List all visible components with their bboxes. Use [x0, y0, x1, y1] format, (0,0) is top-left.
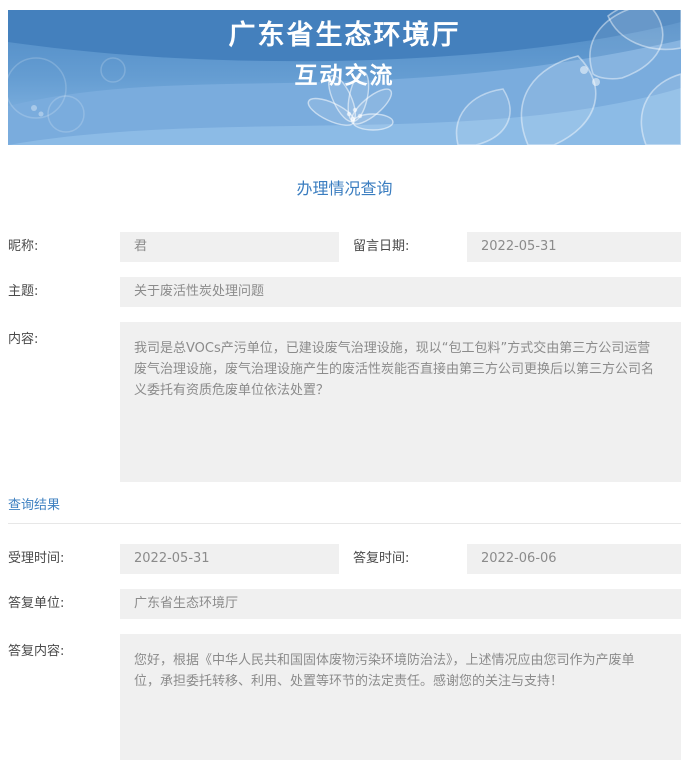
reply-content-row: 答复内容: 您好，根据《中华人民共和国固体废物污染环境防治法》，上述情况应由您司… [8, 634, 681, 760]
message-date-label: 留言日期: [339, 232, 467, 262]
content-field[interactable]: 我司是总VOCs产污单位，已建设废气治理设施，现以“包工包料”方式交由第三方公司… [120, 322, 681, 482]
page-title: 办理情况查询 [8, 178, 681, 199]
accept-time-field[interactable]: 2022-05-31 [120, 544, 339, 574]
query-form: 昵称: 君 留言日期: 2022-05-31 主题: 关于废活性炭处理问题 内容… [8, 232, 681, 482]
section-divider [8, 523, 681, 524]
banner-text: 广东省生态环境厅 互动交流 [8, 19, 681, 91]
reply-unit-row: 答复单位: 广东省生态环境厅 [8, 589, 681, 619]
reply-content-label: 答复内容: [8, 634, 120, 760]
query-result-heading: 查询结果 [8, 497, 681, 515]
page: 广东省生态环境厅 互动交流 办理情况查询 昵称: 君 留言日期: 2022-05… [0, 0, 689, 760]
main-content: 办理情况查询 昵称: 君 留言日期: 2022-05-31 主题: 关于废活性炭… [0, 178, 689, 760]
subject-row: 主题: 关于废活性炭处理问题 [8, 277, 681, 307]
site-title: 广东省生态环境厅 [8, 19, 681, 53]
subject-label: 主题: [8, 277, 120, 307]
content-label: 内容: [8, 322, 120, 482]
nickname-row: 昵称: 君 留言日期: 2022-05-31 [8, 232, 681, 262]
nickname-label: 昵称: [8, 232, 120, 262]
times-row: 受理时间: 2022-05-31 答复时间: 2022-06-06 [8, 544, 681, 574]
reply-time-label: 答复时间: [339, 544, 467, 574]
query-result-section: 受理时间: 2022-05-31 答复时间: 2022-06-06 答复单位: … [8, 544, 681, 760]
nickname-field[interactable]: 君 [120, 232, 339, 262]
reply-unit-label: 答复单位: [8, 589, 120, 619]
banner-subtitle: 互动交流 [8, 61, 681, 91]
message-date-field[interactable]: 2022-05-31 [467, 232, 681, 262]
reply-unit-field[interactable]: 广东省生态环境厅 [120, 589, 681, 619]
header-banner: 广东省生态环境厅 互动交流 [8, 10, 681, 145]
accept-time-label: 受理时间: [8, 544, 120, 574]
reply-content-field[interactable]: 您好，根据《中华人民共和国固体废物污染环境防治法》，上述情况应由您司作为产废单位… [120, 634, 681, 760]
content-row: 内容: 我司是总VOCs产污单位，已建设废气治理设施，现以“包工包料”方式交由第… [8, 322, 681, 482]
subject-field[interactable]: 关于废活性炭处理问题 [120, 277, 681, 307]
reply-time-field[interactable]: 2022-06-06 [467, 544, 681, 574]
